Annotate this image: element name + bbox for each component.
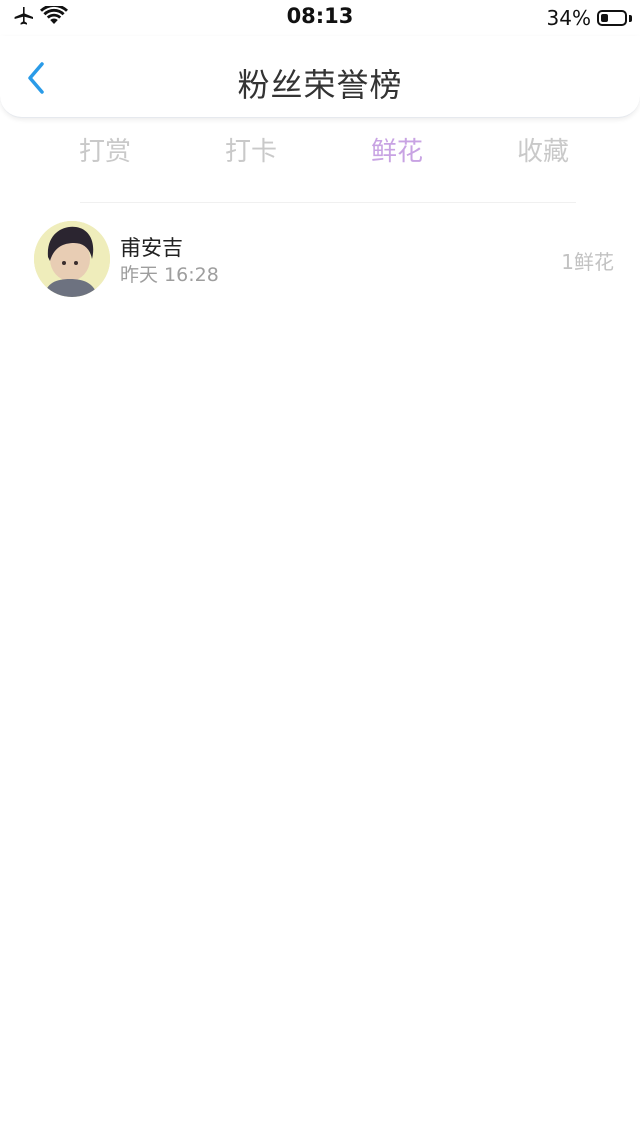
- battery-cap: [629, 14, 632, 22]
- nav-header: 粉丝荣誉榜: [0, 36, 640, 118]
- flower-count: 1鲜花: [561, 250, 614, 274]
- status-icons-left: [12, 4, 68, 30]
- page-title: 粉丝荣誉榜: [237, 66, 403, 104]
- tab-bar: 打赏 打卡 鲜花 收藏: [32, 128, 616, 176]
- battery-icon: [597, 10, 627, 26]
- battery-percentage: 34%: [546, 6, 591, 30]
- list-item[interactable]: 甫安吉 昨天 16:28 1鲜花: [0, 212, 640, 306]
- divider: [80, 202, 576, 203]
- wifi-icon: [40, 4, 68, 30]
- tab-reward[interactable]: 打赏: [32, 128, 178, 176]
- fan-list: 甫安吉 昨天 16:28 1鲜花: [0, 212, 640, 306]
- status-time: 08:13: [286, 4, 354, 28]
- tab-flowers[interactable]: 鲜花: [324, 128, 470, 176]
- tab-favorites[interactable]: 收藏: [470, 128, 616, 176]
- status-bar: 08:13 34%: [0, 0, 640, 36]
- fan-timestamp: 昨天 16:28: [120, 264, 219, 286]
- fan-name: 甫安吉: [120, 236, 183, 260]
- battery-level: [601, 14, 608, 22]
- status-icons-right: 34%: [547, 5, 632, 31]
- tab-checkin[interactable]: 打卡: [178, 128, 324, 176]
- airplane-icon: [12, 6, 34, 30]
- avatar[interactable]: [34, 221, 110, 297]
